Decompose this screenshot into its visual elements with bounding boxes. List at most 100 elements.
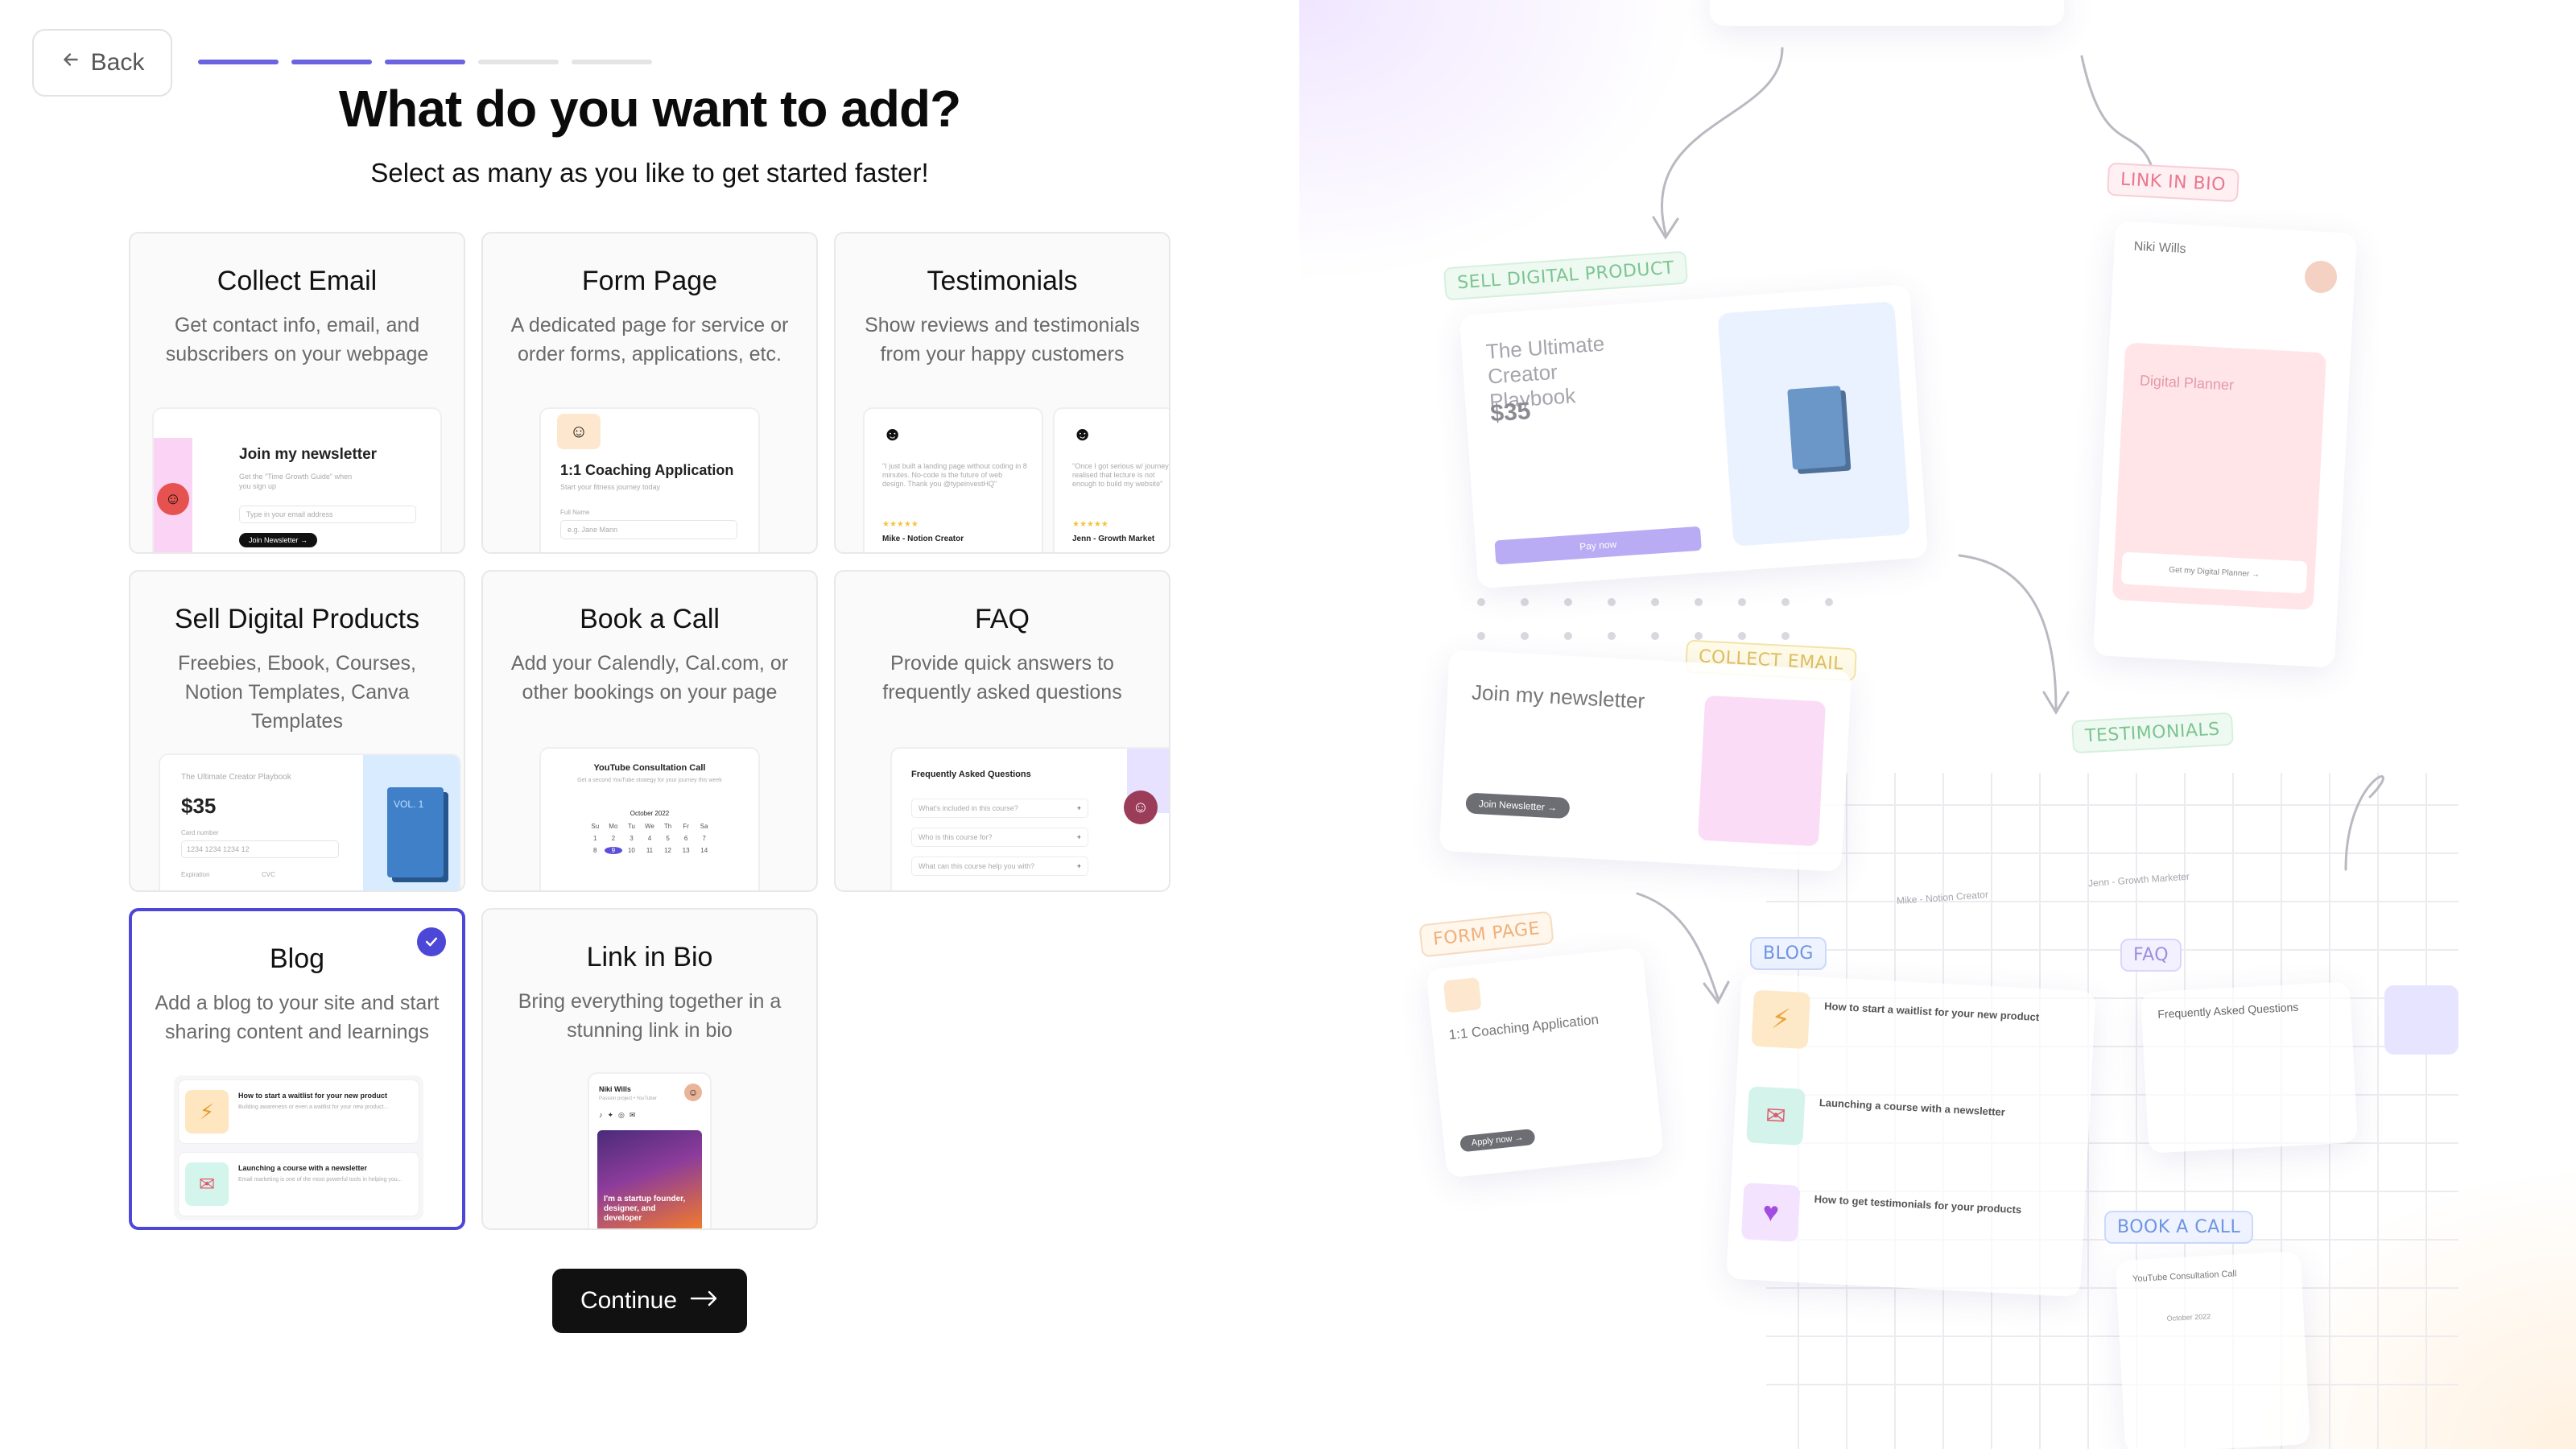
card-testimonials[interactable]: Testimonials Show reviews and testimonia…: [834, 232, 1170, 554]
card-blog[interactable]: Blog Add a blog to your site and start s…: [129, 908, 465, 1230]
ghost-card: [1710, 0, 2064, 26]
preview-line: Get the "Time Growth Guide" when you sig…: [239, 473, 353, 490]
blog-post: ⚡ How to start a waitlist for your new p…: [179, 1080, 419, 1143]
tag-link-in-bio: LINK IN BIO: [2107, 162, 2240, 203]
testimonial-name: Jenn - Growth Market: [1072, 535, 1155, 543]
blog-post-title: How to start a waitlist for your new pro…: [238, 1092, 388, 1100]
faq-question-text: Who is this course for?: [919, 833, 993, 841]
plus-icon: +: [1076, 862, 1081, 870]
preview-card-input: 1234 1234 1234 12: [181, 840, 339, 858]
preview-name: Niki Wills: [599, 1085, 631, 1093]
avatar-icon: [2304, 259, 2339, 294]
form-showcase-card: 1:1 Coaching Application Apply now →: [1426, 947, 1664, 1179]
plus-icon: +: [1076, 804, 1081, 812]
blog-post-excerpt: Email marketing is one of the most power…: [238, 1177, 402, 1183]
tag-blog: BLOG: [1750, 937, 1827, 970]
card-description: Bring everything together in a stunning …: [518, 990, 782, 1042]
testimonial-name: Mike - Notion Creator: [882, 535, 964, 543]
card-title: Form Page: [581, 266, 718, 296]
planner-title: Digital Planner: [2139, 372, 2235, 394]
back-label: Back: [90, 49, 145, 76]
avatar-icon: ☻: [1072, 423, 1093, 445]
calendar-day: 3: [630, 835, 634, 842]
preview-heading: Frequently Asked Questions: [911, 770, 1031, 779]
pay-button: Pay now: [1494, 526, 1702, 565]
calendar-day: 1: [593, 835, 597, 842]
social-icons: ♪✦◎✉: [599, 1111, 641, 1119]
continue-label: Continue: [580, 1287, 678, 1314]
calendar-grid: Su Mo Tu We Th Fr Sa 1234567 8 9 10 11 12 13 14: [586, 823, 713, 854]
faq-question: What can this course help you with? +: [911, 857, 1088, 876]
card-description: Add your Calendly, Cal.com, or other boo…: [510, 652, 789, 704]
calendar-day: 2: [611, 835, 616, 842]
blog-preview: ⚡ How to start a waitlist for your new p…: [174, 1075, 423, 1220]
calendar-day: 13: [682, 847, 690, 854]
blog-post-title: Launching a course with a newsletter: [1818, 1096, 2006, 1119]
avatar-icon: ☺: [1124, 791, 1158, 824]
calendar-day: 14: [700, 847, 708, 854]
card-title: Collect Email: [217, 266, 378, 296]
call-heading: YouTube Consultation Call: [2132, 1269, 2237, 1285]
card-title: Testimonials: [927, 266, 1078, 296]
bio-preview: Niki Wills Passion project • YouTuber ☺ …: [589, 1074, 710, 1228]
product-showcase-card: The Ultimate Creator Playbook $35 Pay no…: [1459, 283, 1929, 589]
card-title: FAQ: [974, 604, 1030, 634]
arrow-left-icon: [60, 49, 81, 76]
calendar-day: 8: [593, 847, 597, 854]
card-title: Book a Call: [580, 604, 720, 634]
preview-heading: Join my newsletter: [239, 446, 378, 463]
faq-heading: Frequently Asked Questions: [2157, 1000, 2299, 1021]
calendar-day: 5: [666, 835, 670, 842]
avatar-icon: ☺: [684, 1084, 702, 1101]
card-sell-digital-products[interactable]: Sell Digital Products Freebies, Ebook, C…: [129, 570, 465, 892]
collect-email-preview: ☺ Join my newsletter Get the "Time Growt…: [154, 409, 440, 552]
card-form-page[interactable]: Form Page A dedicated page for service o…: [481, 232, 818, 554]
card-link-in-bio[interactable]: Link in Bio Bring everything together in…: [481, 908, 818, 1230]
preview-button: Join Newsletter →: [239, 533, 318, 547]
preview-field-label: Card number: [181, 829, 219, 836]
planner-card: Digital Planner Get my Digital Planner →: [2112, 342, 2327, 611]
calendar-day: 11: [646, 847, 654, 854]
calendar-day: 12: [664, 847, 672, 854]
card-faq[interactable]: FAQ Provide quick answers to frequently …: [834, 570, 1170, 892]
card-description: Provide quick answers to frequently aske…: [882, 652, 1122, 704]
progress-step: [291, 60, 372, 64]
weekday: Fr: [683, 823, 689, 830]
faq-showcase-card: Frequently Asked Questions: [2140, 981, 2359, 1154]
preview-line: Passion project • YouTuber: [599, 1096, 657, 1101]
envelope-icon: ✉: [1746, 1086, 1806, 1146]
card-description: Get contact info, email, and subscribers…: [165, 314, 429, 365]
form-button: Apply now →: [1459, 1128, 1536, 1153]
blog-post-title: How to get testimonials for your product…: [1814, 1192, 2022, 1216]
faq-preview: ☺ Frequently Asked Questions What's incl…: [892, 749, 1169, 890]
product-preview: The Ultimate Creator Playbook $35 Card n…: [160, 755, 460, 890]
form-page-preview: ☺ 1:1 Coaching Application Start your fi…: [541, 409, 758, 552]
product-image: VOL. 1: [363, 755, 460, 890]
avatar-icon: [1443, 977, 1482, 1013]
weekday: Mo: [609, 823, 618, 830]
calendar-day: 7: [702, 835, 706, 842]
tag-faq: FAQ: [2120, 939, 2182, 972]
progress-step: [478, 60, 559, 64]
testimonial-preview-1: ☻ "I just built a landing page without c…: [865, 409, 1042, 552]
progress-step: [572, 60, 652, 64]
star-rating: ★★★★★: [882, 520, 919, 529]
card-title: Sell Digital Products: [174, 604, 420, 634]
product-image: [1717, 301, 1911, 547]
block-options-grid: Collect Email Get contact info, email, a…: [129, 232, 1170, 1230]
card-collect-email[interactable]: Collect Email Get contact info, email, a…: [129, 232, 465, 554]
newsletter-showcase-card: Join my newsletter Join Newsletter →: [1439, 650, 1852, 872]
testimonial-preview-2: ☻ "Once I got serious w/ journey, I real…: [1055, 409, 1169, 552]
calendar-day: 6: [683, 835, 688, 842]
page-title: What do you want to add?: [338, 80, 961, 138]
calendar-month: October 2022: [630, 810, 670, 817]
arrow-right-icon: [690, 1287, 719, 1315]
faq-accent: [2384, 985, 2458, 1055]
weekday: Sa: [700, 823, 708, 830]
continue-button[interactable]: Continue: [552, 1269, 747, 1333]
tag-book-a-call: BOOK A CALL: [2104, 1211, 2254, 1244]
weekday: Tu: [627, 823, 635, 830]
form-heading: 1:1 Coaching Application: [1447, 1011, 1600, 1043]
card-book-a-call[interactable]: Book a Call Add your Calendly, Cal.com, …: [481, 570, 818, 892]
blog-post-excerpt: Building awareness or even a waitlist fo…: [238, 1104, 389, 1110]
